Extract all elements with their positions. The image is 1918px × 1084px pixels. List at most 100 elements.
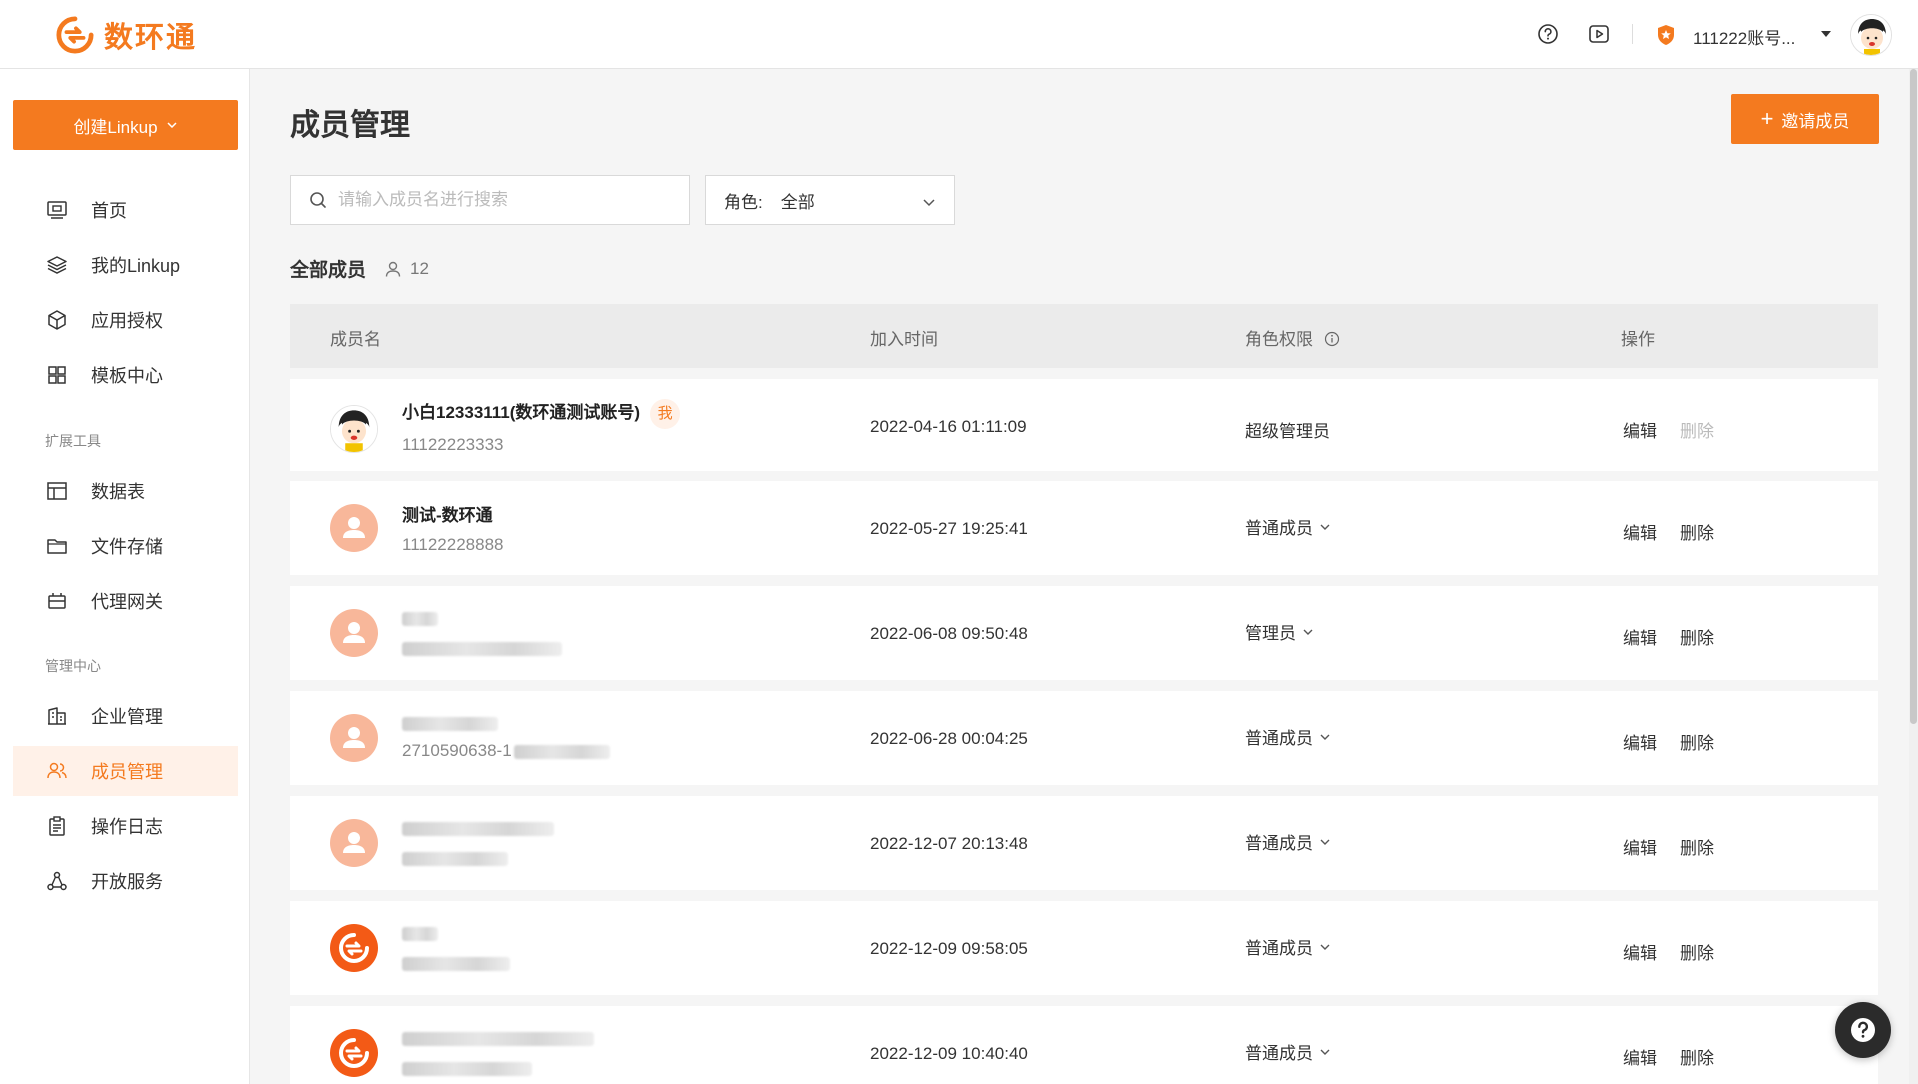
delete-button[interactable]: 删除 [1680,1044,1714,1069]
edit-button[interactable]: 编辑 [1623,624,1657,649]
role-dropdown[interactable]: 普通成员 [1245,514,1331,539]
sidebar-item-datatable[interactable]: 数据表 [13,466,238,516]
member-name-redacted [402,923,438,943]
brand-logo-icon [56,16,94,54]
member-phone-redacted [402,638,562,658]
role-filter-value: 全部 [780,192,815,212]
help-fab-button[interactable] [1835,1002,1891,1058]
role-dropdown[interactable]: 普通成员 [1245,934,1331,959]
delete-button[interactable]: 删除 [1680,519,1714,544]
user-silhouette-icon [343,622,365,643]
gateway-icon [45,589,69,613]
sidebar-item-app-auth[interactable]: 应用授权 [13,295,238,345]
sidebar-item-operation-log[interactable]: 操作日志 [13,801,238,851]
share-icon [45,869,69,893]
scrollbar-thumb[interactable] [1910,69,1917,724]
member-phone-redacted [402,848,508,868]
question-circle-icon[interactable] [1537,23,1559,45]
member-avatar [330,405,378,453]
col-role-label: 角色权限 [1245,330,1313,349]
role-dropdown[interactable]: 管理员 [1245,619,1314,644]
edit-button[interactable]: 编辑 [1623,939,1657,964]
join-time: 2022-05-27 19:25:41 [870,519,1028,538]
chevron-down-icon [1303,629,1313,635]
sidebar-item-label: 代理网关 [91,592,163,612]
sidebar-item-label: 成员管理 [91,762,163,782]
role-value: 超级管理员 [1245,417,1330,442]
user-avatar[interactable] [1850,14,1892,56]
sidebar-item-open-service[interactable]: 开放服务 [13,856,238,906]
me-tag: 我 [650,398,681,429]
member-phone-text: 2710590638-1 [402,741,512,760]
create-linkup-button[interactable]: 创建Linkup [13,100,238,150]
sidebar: 创建Linkup 首页 我的Linkup 应用授权 模板中心 扩展工具 数据表 … [0,69,250,1084]
section-ext-tools: 扩展工具 [45,433,101,449]
sidebar-item-members[interactable]: 成员管理 [13,746,238,796]
sidebar-item-my-linkup[interactable]: 我的Linkup [13,240,238,290]
sidebar-item-enterprise[interactable]: 企业管理 [13,691,238,741]
sidebar-item-label: 开放服务 [91,872,163,892]
scrollbar[interactable] [1909,69,1918,1084]
col-join-time: 加入时间 [870,330,938,349]
chevron-down-icon [1320,944,1330,950]
redacted-text [402,926,438,941]
edit-button[interactable]: 编辑 [1623,834,1657,859]
delete-button[interactable]: 删除 [1680,417,1714,442]
search-input[interactable] [338,190,678,210]
edit-button[interactable]: 编辑 [1623,417,1657,442]
user-icon [385,261,401,277]
caret-down-icon[interactable] [1820,28,1832,40]
play-square-icon[interactable] [1588,23,1610,45]
clipboard-icon [45,814,69,838]
grid-icon [45,363,69,387]
member-phone: 2710590638-1 [402,741,610,761]
delete-button[interactable]: 删除 [1680,834,1714,859]
role-dropdown[interactable]: 普通成员 [1245,829,1331,854]
edit-button[interactable]: 编辑 [1623,519,1657,544]
member-search[interactable] [290,175,690,225]
plus-icon: + [1760,106,1774,131]
invite-member-button[interactable]: + 邀请成员 [1731,94,1879,144]
table-row: 2710590638-1 2022-06-28 00:04:25 普通成员 编辑… [290,691,1878,785]
role-text: 普通成员 [1245,834,1313,853]
top-bar: 数环通 111222账号... [0,0,1918,69]
role-filter-select[interactable]: 角色: 全部 [705,175,955,225]
member-name-redacted [402,818,554,838]
chevron-down-icon [167,122,177,129]
sidebar-item-templates[interactable]: 模板中心 [13,350,238,400]
edit-button[interactable]: 编辑 [1623,729,1657,754]
sidebar-item-proxy-gateway[interactable]: 代理网关 [13,576,238,626]
chevron-down-icon [1320,524,1330,530]
brand[interactable]: 数环通 [56,14,197,56]
cube-icon [45,308,69,332]
main-content: 成员管理 + 邀请成员 角色: 全部 全部成员 12 成员名 加入时间 角色权限… [251,69,1918,1084]
role-dropdown[interactable]: 普通成员 [1245,724,1331,749]
role-filter-label: 角色: [724,192,763,212]
shield-star-icon [1658,25,1674,45]
member-count: 12 [410,258,429,278]
sidebar-item-home[interactable]: 首页 [13,185,238,235]
brand-logo-icon [339,933,369,963]
delete-button[interactable]: 删除 [1680,939,1714,964]
sidebar-item-label: 模板中心 [91,366,163,386]
redacted-text [402,851,508,866]
join-time: 2022-12-07 20:13:48 [870,834,1028,853]
join-time: 2022-04-16 01:11:09 [870,417,1027,436]
search-icon [310,192,326,208]
delete-button[interactable]: 删除 [1680,729,1714,754]
member-avatar [330,714,378,762]
join-time: 2022-06-28 00:04:25 [870,729,1028,748]
member-avatar [330,924,378,972]
sidebar-item-label: 文件存储 [91,537,163,557]
info-icon[interactable] [1324,331,1340,347]
redacted-text [402,956,510,971]
account-name[interactable]: 111222账号... [1693,24,1795,49]
edit-button[interactable]: 编辑 [1623,1044,1657,1069]
redacted-text [402,1031,594,1046]
all-members-title: 全部成员 [290,260,367,281]
member-avatar [330,609,378,657]
redacted-text [402,716,498,731]
sidebar-item-file-storage[interactable]: 文件存储 [13,521,238,571]
delete-button[interactable]: 删除 [1680,624,1714,649]
role-dropdown[interactable]: 普通成员 [1245,1039,1331,1064]
